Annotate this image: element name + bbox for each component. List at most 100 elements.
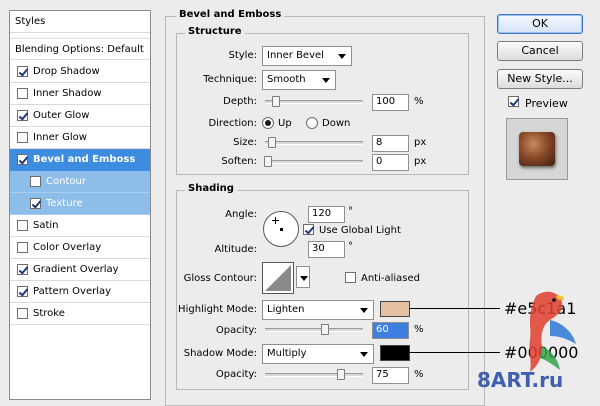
chevron-down-icon [322, 78, 330, 83]
checkbox[interactable] [17, 88, 28, 99]
style-item-satin[interactable]: Satin [10, 215, 150, 237]
highlight-color-swatch[interactable] [380, 301, 410, 317]
direction-up-radio[interactable] [262, 117, 274, 129]
highlight-opacity-field[interactable]: 60 [372, 322, 409, 339]
depth-label: Depth: [223, 96, 257, 107]
checkbox[interactable] [17, 110, 28, 121]
style-item-texture[interactable]: Texture [10, 193, 150, 215]
contour-curve-icon [265, 265, 291, 291]
soften-field[interactable]: 0 [372, 154, 409, 171]
highlight-pointer-line [410, 308, 500, 309]
direction-down-radio[interactable] [306, 117, 318, 129]
depth-slider-thumb[interactable] [272, 96, 280, 107]
style-item-outer-glow[interactable]: Outer Glow [10, 105, 150, 127]
highlight-opacity-slider-track[interactable] [265, 328, 363, 332]
chevron-down-icon [338, 54, 346, 59]
technique-select[interactable]: Smooth [262, 70, 336, 90]
soften-unit: px [414, 156, 427, 167]
preview-swatch [519, 132, 555, 166]
shadow-pointer-line [410, 352, 500, 353]
shadow-color-swatch[interactable] [380, 345, 410, 361]
bevel-emboss-title: Bevel and Emboss [176, 9, 285, 20]
depth-field[interactable]: 100 [372, 94, 409, 111]
angle-label: Angle: [225, 209, 257, 220]
checkbox[interactable] [17, 66, 28, 77]
gloss-contour-preview[interactable] [262, 262, 294, 294]
chevron-down-icon [300, 276, 308, 281]
checkbox[interactable] [17, 154, 28, 165]
direction-label: Direction: [208, 118, 257, 129]
style-item-gradient-overlay[interactable]: Gradient Overlay [10, 259, 150, 281]
altitude-field[interactable]: 30 [308, 241, 345, 258]
checkbox[interactable] [17, 286, 28, 297]
angle-unit: ° [348, 206, 353, 217]
style-item-pattern-overlay[interactable]: Pattern Overlay [10, 281, 150, 303]
size-slider-thumb[interactable] [268, 137, 276, 148]
chevron-down-icon [360, 352, 368, 357]
style-item-color-overlay[interactable]: Color Overlay [10, 237, 150, 259]
shadow-opacity-label: Opacity: [215, 369, 257, 380]
styles-header: Styles [10, 11, 150, 33]
checkbox[interactable] [30, 198, 41, 209]
direction-down-label: Down [322, 118, 351, 129]
global-light-label: Use Global Light [319, 225, 401, 236]
preview-checkbox[interactable] [508, 96, 524, 107]
shadow-mode-label: Shadow Mode: [183, 348, 257, 359]
altitude-label: Altitude: [214, 244, 257, 255]
soften-slider-track[interactable] [265, 160, 363, 164]
style-item-inner-glow[interactable]: Inner Glow [10, 127, 150, 149]
style-item-drop-shadow[interactable]: Drop Shadow [10, 61, 150, 83]
style-item-contour[interactable]: Contour [10, 171, 150, 193]
gloss-contour-dropdown[interactable] [296, 266, 310, 288]
shadow-mode-select[interactable]: Multiply [262, 344, 374, 364]
anti-aliased-label: Anti-aliased [361, 273, 421, 284]
altitude-unit: ° [348, 241, 353, 252]
shadow-opacity-slider-track[interactable] [265, 373, 363, 377]
shadow-opacity-unit: % [414, 369, 424, 380]
size-unit: px [414, 137, 427, 148]
size-field[interactable]: 8 [372, 135, 409, 152]
global-light-checkbox[interactable] [303, 224, 315, 236]
new-style-button[interactable]: New Style... [497, 69, 583, 89]
size-slider-track[interactable] [265, 141, 363, 145]
shadow-opacity-field[interactable]: 75 [372, 367, 409, 384]
chevron-down-icon [360, 308, 368, 313]
anti-aliased-checkbox[interactable] [345, 272, 361, 283]
watermark-text: 8ART.ru [477, 368, 564, 392]
angle-dial[interactable] [263, 211, 299, 247]
checkbox[interactable] [17, 220, 28, 231]
structure-title: Structure [185, 26, 245, 37]
ok-button[interactable]: OK [497, 14, 583, 34]
blending-options-item[interactable]: Blending Options: Default [10, 38, 150, 60]
style-item-stroke[interactable]: Stroke [10, 303, 150, 325]
style-item-bevel-emboss[interactable]: Bevel and Emboss [10, 149, 150, 171]
style-item-inner-shadow[interactable]: Inner Shadow [10, 83, 150, 105]
depth-unit: % [414, 96, 424, 107]
size-label: Size: [233, 137, 257, 148]
checkbox[interactable] [17, 264, 28, 275]
shading-title: Shading [185, 183, 237, 194]
checkbox[interactable] [17, 132, 28, 143]
soften-label: Soften: [221, 156, 257, 167]
highlight-mode-select[interactable]: Lighten [262, 300, 374, 320]
soften-slider-thumb[interactable] [264, 156, 272, 167]
preview-label: Preview [525, 97, 568, 110]
style-label: Style: [228, 50, 258, 61]
cancel-button[interactable]: Cancel [497, 41, 583, 61]
checkbox[interactable] [30, 176, 41, 187]
style-select[interactable]: Inner Bevel [262, 46, 352, 66]
technique-label: Technique: [203, 74, 257, 85]
shadow-opacity-slider-thumb[interactable] [337, 369, 345, 380]
checkbox[interactable] [17, 308, 28, 319]
direction-up-label: Up [278, 118, 292, 129]
angle-center-dot [280, 228, 283, 231]
angle-field[interactable]: 120 [308, 206, 345, 223]
checkbox[interactable] [17, 242, 28, 253]
highlight-mode-label: Highlight Mode: [178, 304, 257, 315]
preview-thumbnail [506, 118, 568, 180]
highlight-opacity-label: Opacity: [215, 325, 257, 336]
crosshair-icon [272, 217, 279, 224]
gloss-contour-label: Gloss Contour: [183, 273, 257, 284]
highlight-opacity-unit: % [414, 324, 424, 335]
highlight-opacity-slider-thumb[interactable] [321, 324, 329, 335]
